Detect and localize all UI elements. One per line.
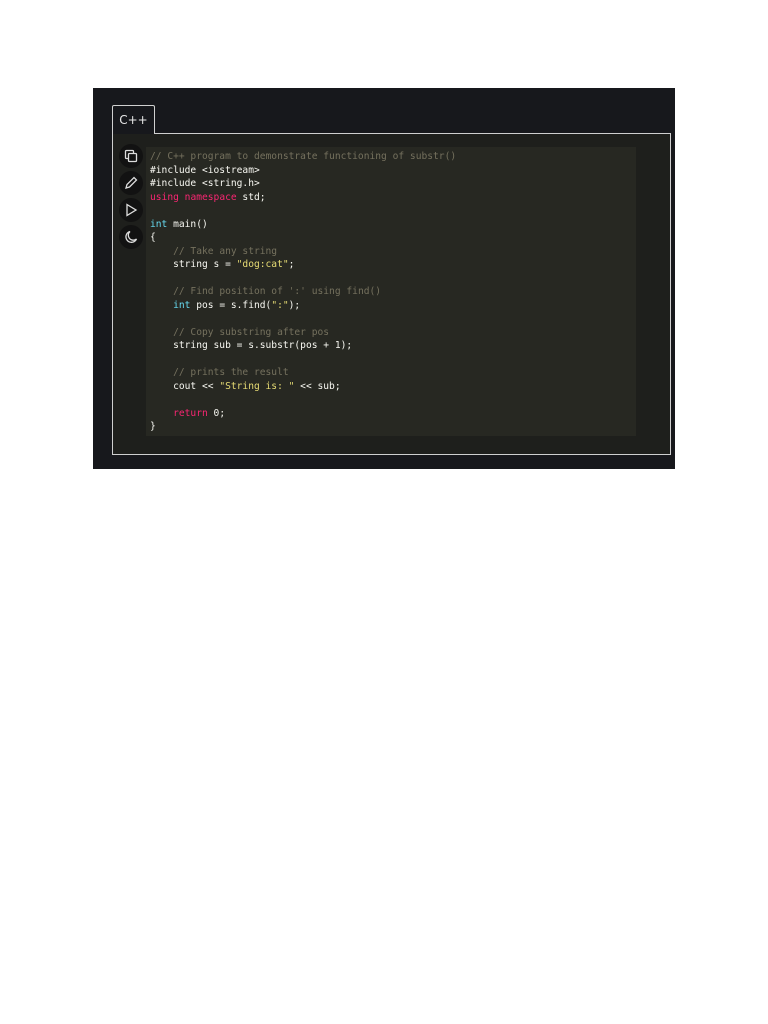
code-token: ); bbox=[288, 299, 301, 311]
toolbar bbox=[119, 144, 143, 252]
code-token: string s = bbox=[150, 259, 237, 270]
code-token: cout << bbox=[150, 380, 220, 392]
code-line: return 0; bbox=[150, 407, 636, 421]
code-token: string sub = s.substr(pos + 1); bbox=[150, 340, 353, 351]
code-token: ":" bbox=[271, 299, 289, 311]
code-line: { bbox=[150, 231, 636, 245]
edit-icon bbox=[125, 176, 138, 189]
code-line: // Find position of ':' using find() bbox=[150, 285, 636, 299]
code-token: "String is: " bbox=[219, 380, 295, 392]
code-line: // prints the result bbox=[150, 366, 636, 380]
code-line: // C++ program to demonstrate functionin… bbox=[150, 150, 636, 164]
code-token: main() bbox=[167, 218, 208, 230]
code-token: #include <iostream> bbox=[150, 164, 260, 176]
code-token: int bbox=[150, 218, 168, 230]
edit-button[interactable] bbox=[119, 171, 143, 195]
code-token: } bbox=[150, 421, 156, 432]
code-line: // Take any string bbox=[150, 245, 636, 259]
code-token: // prints the result bbox=[173, 367, 289, 378]
code-text: // C++ program to demonstrate functionin… bbox=[146, 147, 636, 434]
code-token: ; bbox=[288, 259, 295, 270]
dark-mode-button[interactable] bbox=[119, 225, 143, 249]
code-line: #include <iostream> bbox=[150, 164, 636, 178]
dark-mode-icon bbox=[125, 230, 138, 243]
code-token: #include <string.h> bbox=[150, 178, 260, 189]
code-token: // Copy substring after pos bbox=[173, 326, 330, 338]
tab-cpp[interactable]: C++ bbox=[112, 105, 155, 134]
code-line: int main() bbox=[150, 218, 636, 232]
code-line: int pos = s.find(":"); bbox=[150, 299, 636, 313]
code-token: pos = s.find( bbox=[190, 299, 272, 311]
code-line: string s = "dog:cat"; bbox=[150, 258, 636, 272]
code-snippet-panel: C++ // C++ program to demonstrate functi… bbox=[93, 88, 675, 469]
code-token: return bbox=[173, 407, 208, 419]
code-token: std; bbox=[236, 191, 266, 203]
code-line: } bbox=[150, 420, 636, 434]
code-area[interactable]: // C++ program to demonstrate functionin… bbox=[146, 147, 636, 436]
code-line: // Copy substring after pos bbox=[150, 326, 636, 340]
code-token: // Take any string bbox=[173, 245, 278, 257]
copy-button[interactable] bbox=[119, 144, 143, 168]
code-line: string sub = s.substr(pos + 1); bbox=[150, 339, 636, 353]
code-token: // C++ program to demonstrate functionin… bbox=[150, 151, 457, 162]
code-token: namespace bbox=[184, 191, 237, 203]
code-line: cout << "String is: " << sub; bbox=[150, 380, 636, 394]
code-line: using namespace std; bbox=[150, 191, 636, 205]
code-token: { bbox=[150, 232, 156, 243]
code-token: << sub; bbox=[294, 380, 341, 392]
code-token: "dog:cat" bbox=[236, 259, 289, 270]
run-button[interactable] bbox=[119, 198, 143, 222]
run-icon bbox=[126, 203, 138, 217]
code-token: using bbox=[150, 191, 179, 203]
code-line: #include <string.h> bbox=[150, 177, 636, 191]
code-token: 0; bbox=[207, 407, 226, 419]
code-box: // C++ program to demonstrate functionin… bbox=[112, 133, 671, 455]
code-token: // Find position of ':' using find() bbox=[173, 286, 382, 297]
copy-icon bbox=[124, 149, 138, 163]
code-token: int bbox=[173, 299, 191, 311]
